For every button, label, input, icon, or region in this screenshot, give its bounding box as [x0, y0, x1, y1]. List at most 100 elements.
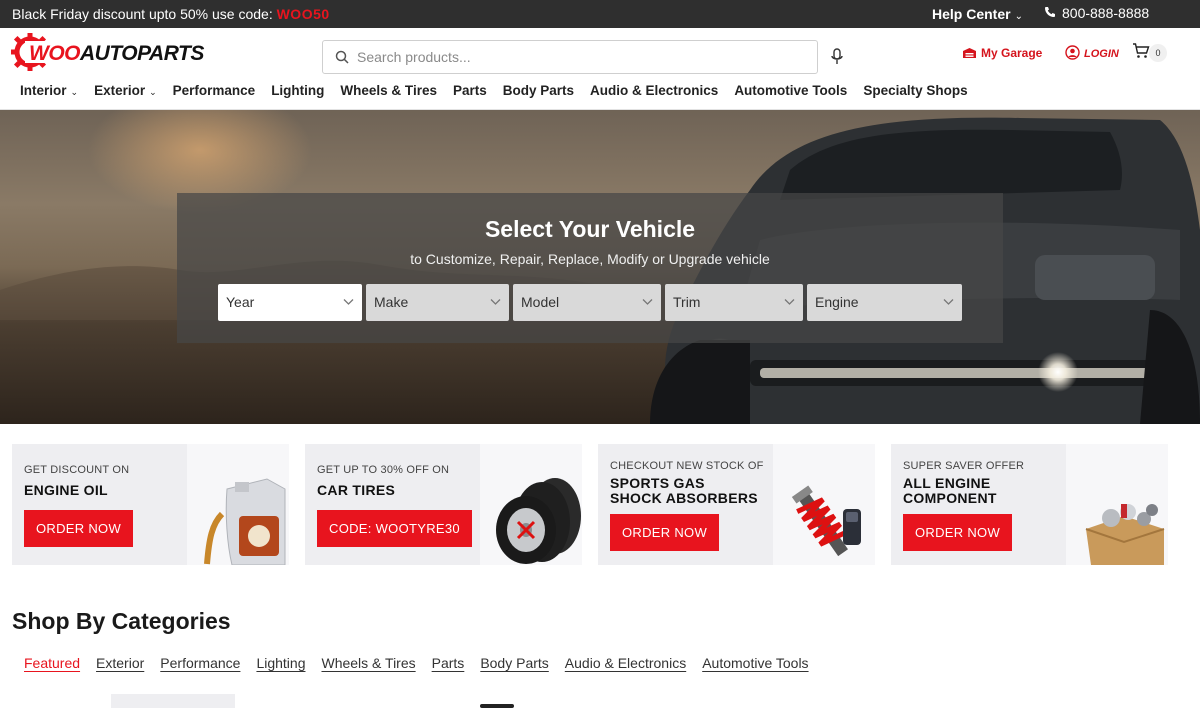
- nav-item-label: Exterior: [94, 83, 146, 98]
- vehicle-selector-subtitle: to Customize, Repair, Replace, Modify or…: [410, 251, 770, 267]
- garage-icon: [963, 48, 976, 58]
- promo-small-text: SUPER SAVER OFFER: [903, 460, 1025, 472]
- main-nav: Interior ⌄ Exterior ⌄ Performance Lighting…: [20, 83, 968, 98]
- promo-heading-line2: COMPONENT: [903, 490, 997, 506]
- car-tires-image: [480, 444, 582, 565]
- tab-exterior[interactable]: Exterior: [96, 655, 144, 671]
- promo-heading: ALL ENGINE: [903, 475, 991, 491]
- vehicle-selector: Select Your Vehicle to Customize, Repair…: [177, 193, 1003, 343]
- logo-text: WOOAUTOPARTS: [29, 42, 204, 66]
- phone-icon: [1045, 7, 1055, 17]
- nav-item-lighting[interactable]: Lighting: [271, 83, 324, 98]
- promo-text: Black Friday discount upto 50% use code:: [12, 6, 277, 22]
- tab-wheels-tires[interactable]: Wheels & Tires: [321, 655, 415, 671]
- chevron-down-icon: ⌄: [1014, 11, 1023, 22]
- model-select[interactable]: Model: [513, 284, 661, 321]
- search-input[interactable]: [357, 41, 807, 73]
- phone-number: 800-888-8888: [1062, 5, 1150, 21]
- nav-item-interior[interactable]: Interior ⌄: [20, 83, 78, 98]
- nav-item-exterior[interactable]: Exterior ⌄: [94, 83, 157, 98]
- tab-audio-electronics[interactable]: Audio & Electronics: [565, 655, 686, 671]
- logo-suffix: AUTOPARTS: [80, 42, 204, 65]
- microphone-icon[interactable]: [830, 48, 844, 66]
- tab-performance[interactable]: Performance: [160, 655, 240, 671]
- nav-item-wheels-tires[interactable]: Wheels & Tires: [340, 83, 437, 98]
- promo-card-engine-component: SUPER SAVER OFFER ALL ENGINE COMPONENT O…: [891, 444, 1168, 565]
- promo-small-text: GET UP TO 30% OFF ON: [317, 464, 450, 476]
- nav-item-parts[interactable]: Parts: [453, 83, 487, 98]
- nav-item-audio-electronics[interactable]: Audio & Electronics: [590, 83, 718, 98]
- cart-icon: [1133, 43, 1150, 58]
- shock-absorber-image: [773, 444, 875, 565]
- search-bar: [322, 40, 818, 74]
- chevron-down-icon: ⌄: [70, 87, 79, 97]
- model-select-label: Model: [521, 294, 560, 310]
- promo-heading-line2: SHOCK ABSORBERS: [610, 490, 758, 506]
- shop-by-categories-heading: Shop By Categories: [12, 608, 231, 634]
- engine-oil-image: [187, 444, 289, 565]
- my-garage-link[interactable]: My Garage: [962, 46, 1042, 60]
- trim-select[interactable]: Trim: [665, 284, 803, 321]
- nav-item-label: Interior: [20, 83, 67, 98]
- oil-bottle-icon: [204, 478, 286, 565]
- promo-code: WOO50: [276, 6, 330, 22]
- promo-heading: CAR TIRES: [317, 482, 396, 498]
- product-card-preview: [111, 694, 235, 708]
- phone-link[interactable]: 800-888-8888: [1044, 5, 1149, 21]
- vehicle-selector-title: Select Your Vehicle: [484, 216, 696, 242]
- login-link[interactable]: LOGIN: [1065, 45, 1119, 60]
- tab-lighting[interactable]: Lighting: [256, 655, 305, 671]
- make-select-label: Make: [374, 294, 409, 310]
- nav-item-specialty-shops[interactable]: Specialty Shops: [863, 83, 967, 98]
- tab-automotive-tools[interactable]: Automotive Tools: [702, 655, 808, 671]
- parts-box-icon: [1085, 504, 1165, 565]
- chevron-down-icon: [642, 299, 653, 305]
- login-label: LOGIN: [1084, 48, 1119, 60]
- chevron-down-icon: [343, 299, 354, 305]
- chevron-down-icon: [490, 299, 501, 305]
- engine-select[interactable]: Engine: [807, 284, 962, 321]
- promo-heading: ENGINE OIL: [24, 482, 108, 498]
- shock-absorber-icon: [791, 485, 861, 557]
- order-now-button[interactable]: ORDER NOW: [610, 514, 720, 551]
- site-logo[interactable]: WOOAUTOPARTS: [11, 33, 221, 71]
- make-select[interactable]: Make: [366, 284, 509, 321]
- my-garage-label: My Garage: [981, 46, 1043, 60]
- order-now-button[interactable]: ORDER NOW: [24, 510, 134, 547]
- order-now-button[interactable]: ORDER NOW: [903, 514, 1013, 551]
- cart-count-badge: 0: [1149, 44, 1167, 62]
- engine-component-image: [1066, 444, 1168, 565]
- top-bar: Black Friday discount upto 50% use code:…: [0, 0, 1200, 28]
- promo-small-text: CHECKOUT NEW STOCK OF: [610, 460, 764, 472]
- chevron-down-icon: [943, 299, 954, 305]
- year-select[interactable]: Year: [218, 284, 362, 321]
- help-center-menu[interactable]: Help Center ⌄: [932, 6, 1023, 22]
- nav-item-performance[interactable]: Performance: [173, 83, 256, 98]
- cart-button[interactable]: 0: [1132, 43, 1172, 63]
- nav-item-automotive-tools[interactable]: Automotive Tools: [734, 83, 847, 98]
- promo-banner: Black Friday discount upto 50% use code:…: [12, 6, 330, 22]
- user-icon: [1065, 45, 1080, 60]
- chevron-down-icon: [784, 299, 795, 305]
- nav-item-body-parts[interactable]: Body Parts: [503, 83, 574, 98]
- promo-small-text: GET DISCOUNT ON: [24, 464, 130, 476]
- promo-card-engine-oil: GET DISCOUNT ON ENGINE OIL ORDER NOW: [12, 444, 289, 565]
- hero-banner: Select Your Vehicle to Customize, Repair…: [0, 110, 1200, 424]
- product-image-preview: [480, 704, 514, 708]
- engine-select-label: Engine: [815, 294, 859, 310]
- chevron-down-icon: ⌄: [149, 87, 157, 97]
- tab-featured[interactable]: Featured: [24, 655, 80, 671]
- year-select-label: Year: [226, 294, 255, 310]
- promo-heading: SPORTS GAS: [610, 475, 705, 491]
- tire-coupon-button[interactable]: CODE: WOOTYRE30: [317, 510, 472, 547]
- tab-parts[interactable]: Parts: [432, 655, 465, 671]
- promo-card-car-tires: GET UP TO 30% OFF ON CAR TIRES CODE: WOO…: [305, 444, 582, 565]
- logo-prefix: WOO: [29, 42, 81, 65]
- help-center-label: Help Center: [932, 6, 1011, 22]
- tire-icon: [496, 478, 581, 564]
- promo-card-shock-absorbers: CHECKOUT NEW STOCK OF SPORTS GAS SHOCK A…: [598, 444, 875, 565]
- tab-body-parts[interactable]: Body Parts: [480, 655, 548, 671]
- search-icon: [335, 50, 349, 64]
- site-header: WOOAUTOPARTS My Garage LOGIN 0 Interior⌄…: [0, 28, 1200, 110]
- category-tabs: Featured Exterior Performance Lighting W…: [24, 655, 809, 671]
